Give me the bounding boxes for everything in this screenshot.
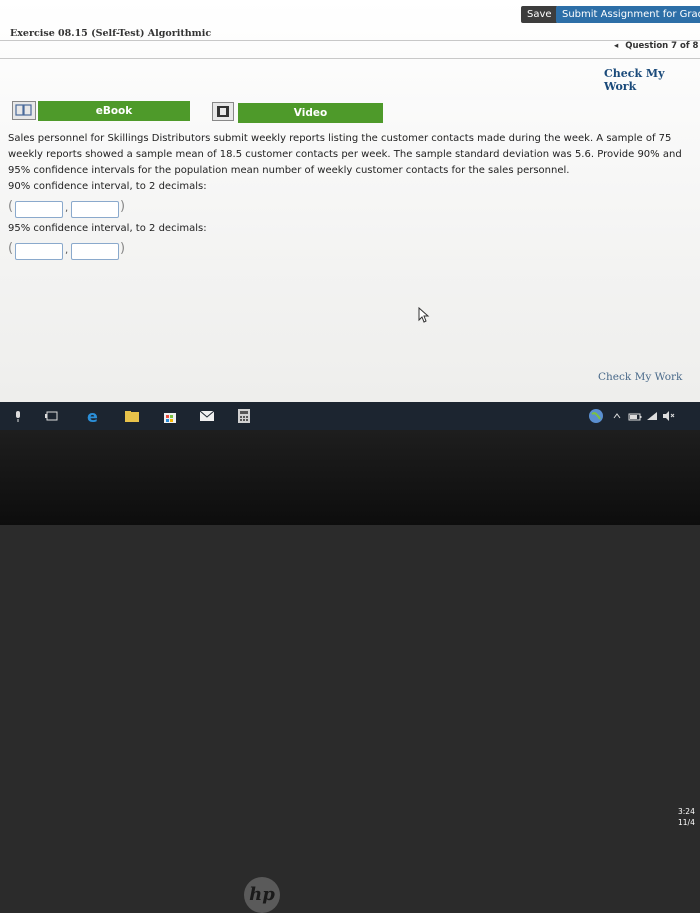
question-counter: Question 7 of 8	[625, 41, 699, 51]
divider	[0, 58, 700, 59]
windows-taskbar: e 3:24 11/4	[0, 402, 700, 827]
open-paren: (	[8, 241, 14, 256]
globe-icon[interactable]	[588, 408, 604, 424]
problem-statement: Sales personnel for Skillings Distributo…	[8, 133, 682, 176]
chevron-up-icon[interactable]	[611, 408, 627, 424]
edge-browser-icon[interactable]: e	[86, 407, 102, 426]
ci95-upper-input[interactable]	[71, 243, 119, 260]
ci95-lower-input[interactable]	[15, 243, 63, 260]
ci90-upper-input[interactable]	[71, 201, 119, 218]
video-icon[interactable]	[212, 102, 234, 121]
clock-date: 11/4	[678, 818, 695, 827]
store-icon[interactable]	[162, 408, 178, 424]
task-view-icon[interactable]	[44, 408, 60, 424]
prev-question-icon[interactable]: ◂	[614, 41, 618, 51]
file-explorer-icon[interactable]	[124, 408, 140, 424]
ebook-button[interactable]: eBook	[38, 101, 190, 121]
clock-time: 3:24	[678, 807, 695, 816]
separator: ,	[65, 245, 69, 256]
question-navigation[interactable]: ◂ Question 7 of 8 ▸	[612, 41, 700, 51]
ebook-icon[interactable]	[12, 101, 36, 120]
check-my-work-link-bottom[interactable]: Check My Work	[598, 371, 682, 383]
separator: ,	[65, 203, 69, 214]
save-button[interactable]: Save	[521, 6, 558, 23]
mail-icon[interactable]	[199, 408, 215, 424]
top-toolbar: Save Submit Assignment for Grading	[0, 0, 700, 30]
close-paren: )	[120, 199, 126, 214]
browser-screen: Save Submit Assignment for Grading Exerc…	[0, 0, 700, 402]
ci90-lower-input[interactable]	[15, 201, 63, 218]
submit-assignment-button[interactable]: Submit Assignment for Grading	[556, 6, 700, 23]
battery-icon[interactable]	[627, 408, 643, 424]
wifi-icon[interactable]	[645, 408, 661, 424]
exercise-title: Exercise 08.15 (Self-Test) Algorithmic	[10, 28, 212, 39]
clock[interactable]: 3:24 11/4	[678, 806, 695, 828]
calculator-icon[interactable]	[236, 408, 252, 424]
divider	[0, 40, 700, 41]
open-paren: (	[8, 199, 14, 214]
close-paren: )	[120, 241, 126, 256]
hp-logo: hp	[244, 877, 280, 913]
svg-text:e: e	[87, 408, 98, 424]
microphone-icon[interactable]	[10, 408, 26, 424]
ci95-label: 95% confidence interval, to 2 decimals:	[8, 223, 207, 234]
video-button[interactable]: Video	[238, 103, 383, 123]
ci90-label: 90% confidence interval, to 2 decimals:	[8, 181, 207, 192]
mouse-pointer-icon	[418, 306, 430, 327]
laptop-bezel: hp	[0, 430, 700, 913]
volume-icon[interactable]	[660, 408, 676, 424]
check-my-work-link[interactable]: Check My Work	[604, 67, 700, 93]
